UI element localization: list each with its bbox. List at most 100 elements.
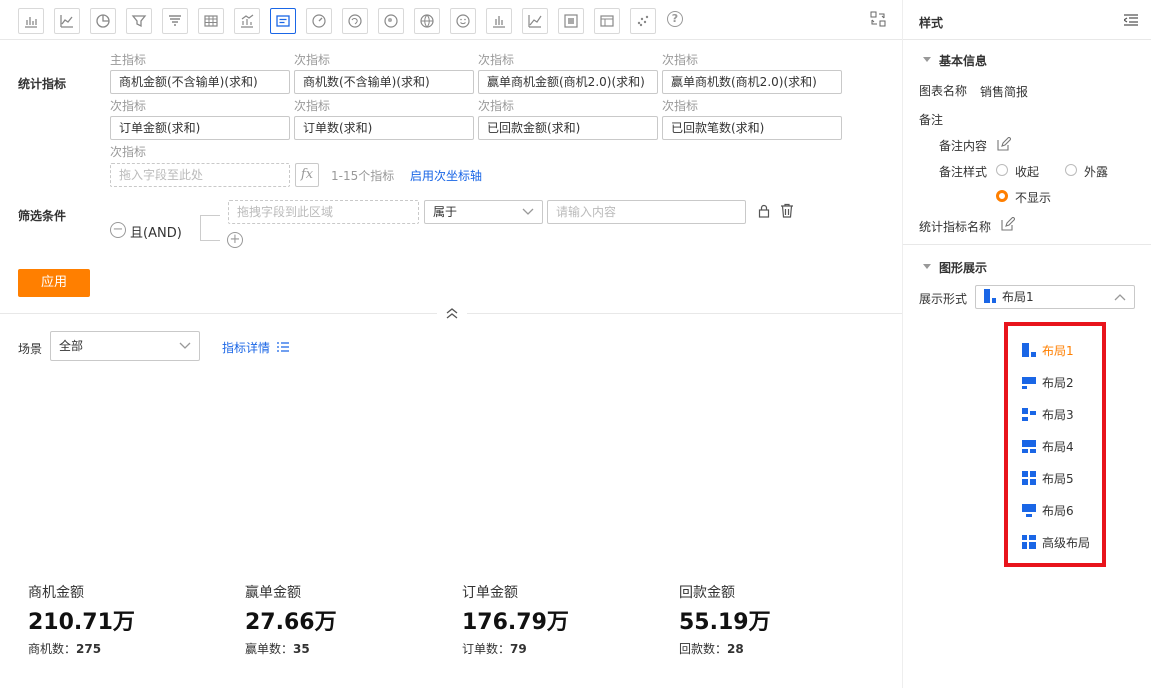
metric-field[interactable]: 订单金额(求和) <box>110 116 290 140</box>
heat-map-icon[interactable] <box>378 8 404 34</box>
gauge-icon[interactable] <box>306 8 332 34</box>
kpi-card-icon[interactable] <box>270 8 296 34</box>
pivot-table-icon[interactable] <box>558 8 584 34</box>
caret-down-icon[interactable] <box>923 57 931 62</box>
operator-select[interactable]: 属于 <box>424 200 543 224</box>
detail-table-icon[interactable] <box>594 8 620 34</box>
swap-icon[interactable] <box>870 11 886 27</box>
chevron-down-icon <box>179 342 191 349</box>
layout-option-label: 布局5 <box>1042 471 1074 486</box>
edit-icon[interactable] <box>1001 217 1015 231</box>
logic-label[interactable]: 且(AND) <box>130 222 182 241</box>
combo-chart-icon[interactable] <box>234 8 260 34</box>
world-map-icon[interactable] <box>414 8 440 34</box>
app-root: ? 统计指标 主指标 商机金额(不含输单)(求和) 次指标 商机数(不含输单)(求和)… <box>0 0 1151 688</box>
metric-field[interactable]: 已回款笔数(求和) <box>662 116 842 140</box>
metric-tag: 次指标 <box>478 53 515 67</box>
layout-1-icon <box>1022 343 1036 357</box>
remark-label: 备注 <box>919 113 944 127</box>
kpi-subline: 赢单数：35 <box>245 640 310 657</box>
layout-2-icon <box>1022 377 1036 389</box>
bar-chart-2-icon[interactable] <box>486 8 512 34</box>
metric-field[interactable]: 商机金额(不含输单)(求和) <box>110 70 290 94</box>
metric-field[interactable]: 赢单商机金额(商机2.0)(求和) <box>478 70 658 94</box>
secondary-axis-link[interactable]: 启用次坐标轴 <box>410 167 482 184</box>
bar-chart-icon-glyph <box>25 17 37 28</box>
combo-chart-icon-glyph <box>241 14 254 28</box>
collapse-panel-icon[interactable] <box>1122 14 1138 26</box>
filter-label: 筛选条件 <box>18 209 67 223</box>
radio-expose[interactable] <box>1065 164 1077 176</box>
double-chevron-up-icon[interactable] <box>445 306 459 320</box>
caret-down-icon[interactable] <box>923 264 931 269</box>
layout-option-2[interactable]: 布局2 <box>1022 373 1074 391</box>
kpi-sub-label: 赢单数： <box>245 642 294 656</box>
kpi-title: 订单金额 <box>462 585 518 601</box>
layout-option-5[interactable]: 布局5 <box>1022 469 1074 487</box>
kpi-sub-value: 79 <box>510 642 527 656</box>
chevron-down-icon <box>522 208 534 215</box>
radio-hide-label: 不显示 <box>1015 191 1052 205</box>
layout-option-advanced[interactable]: 高级布局 <box>1022 533 1090 551</box>
metric-field[interactable]: 商机数(不含输单)(求和) <box>294 70 474 94</box>
radio-collapse[interactable] <box>996 164 1008 176</box>
layout-option-1[interactable]: 布局1 <box>1022 341 1074 359</box>
filter-field-drop[interactable]: 拖拽字段到此区域 <box>228 200 419 224</box>
kpi-value: 176.79万 <box>462 610 569 635</box>
metric-tag: 次指标 <box>662 99 699 113</box>
kpi-value: 55.19万 <box>679 610 771 635</box>
scatter-icon[interactable] <box>630 8 656 34</box>
kpi-sub-value: 275 <box>76 642 102 656</box>
kpi-card-icon-glyph <box>276 15 290 27</box>
metric-field[interactable]: 订单数(求和) <box>294 116 474 140</box>
apply-button[interactable]: 应用 <box>18 269 90 297</box>
remark-style-label: 备注样式 <box>939 165 988 179</box>
kpi-value: 210.71万 <box>28 610 135 635</box>
pie-chart-icon-glyph <box>96 14 110 28</box>
layout-dropdown: 布局1 布局2 布局3 布局4 布局5 布局6 高级布局 <box>1004 322 1106 567</box>
line-chart-icon[interactable] <box>54 8 80 34</box>
radio-collapse-label: 收起 <box>1015 165 1040 179</box>
table-icon[interactable] <box>198 8 224 34</box>
line-chart-2-icon[interactable] <box>522 8 548 34</box>
bar-chart-icon[interactable] <box>18 8 44 34</box>
metric-tag: 次指标 <box>294 99 331 113</box>
metric-field[interactable]: 已回款金额(求和) <box>478 116 658 140</box>
trash-icon[interactable] <box>780 203 794 218</box>
layout-option-3[interactable]: 布局3 <box>1022 405 1074 423</box>
pie-chart-icon[interactable] <box>90 8 116 34</box>
kpi-subline: 订单数：79 <box>462 640 527 657</box>
metric-field[interactable]: 赢单商机数(商机2.0)(求和) <box>662 70 842 94</box>
metric-tag: 主指标 <box>110 53 147 67</box>
basic-info-section[interactable]: 基本信息 <box>939 52 987 69</box>
layout-option-label: 布局4 <box>1042 439 1074 454</box>
filter-value-input[interactable]: 请输入内容 <box>547 200 746 224</box>
layout-option-label: 布局3 <box>1042 407 1074 422</box>
funnel-icon[interactable] <box>126 8 152 34</box>
chart-name-value[interactable]: 销售简报 <box>980 83 1028 100</box>
metric-drop-zone[interactable]: 拖入字段至此处 <box>110 163 290 187</box>
formula-button[interactable]: fx <box>295 163 319 187</box>
kpi-subline: 商机数：275 <box>28 640 101 657</box>
metric-tag: 次指标 <box>294 53 331 67</box>
scene-select[interactable]: 全部 <box>50 331 200 361</box>
scatter-icon-glyph <box>637 15 649 27</box>
layout-option-4[interactable]: 布局4 <box>1022 437 1074 455</box>
panel-section-divider <box>903 244 1151 245</box>
funnel-compare-icon[interactable] <box>162 8 188 34</box>
layout-1-icon <box>984 289 996 303</box>
metric-tag: 次指标 <box>478 99 515 113</box>
smile-icon[interactable] <box>450 8 476 34</box>
add-condition-icon[interactable]: + <box>227 232 243 248</box>
edit-icon[interactable] <box>997 137 1011 151</box>
china-map-icon[interactable] <box>342 8 368 34</box>
kpi-title: 回款金额 <box>679 585 735 601</box>
metric-detail-link[interactable]: 指标详情 <box>222 339 289 356</box>
layout-option-6[interactable]: 布局6 <box>1022 501 1074 519</box>
lock-icon[interactable] <box>757 204 771 218</box>
display-section[interactable]: 图形展示 <box>939 259 987 276</box>
remove-condition-icon[interactable]: − <box>110 222 126 238</box>
display-mode-select[interactable]: 布局1 <box>975 285 1135 309</box>
radio-hide[interactable] <box>996 190 1008 202</box>
help-icon[interactable]: ? <box>667 11 683 27</box>
